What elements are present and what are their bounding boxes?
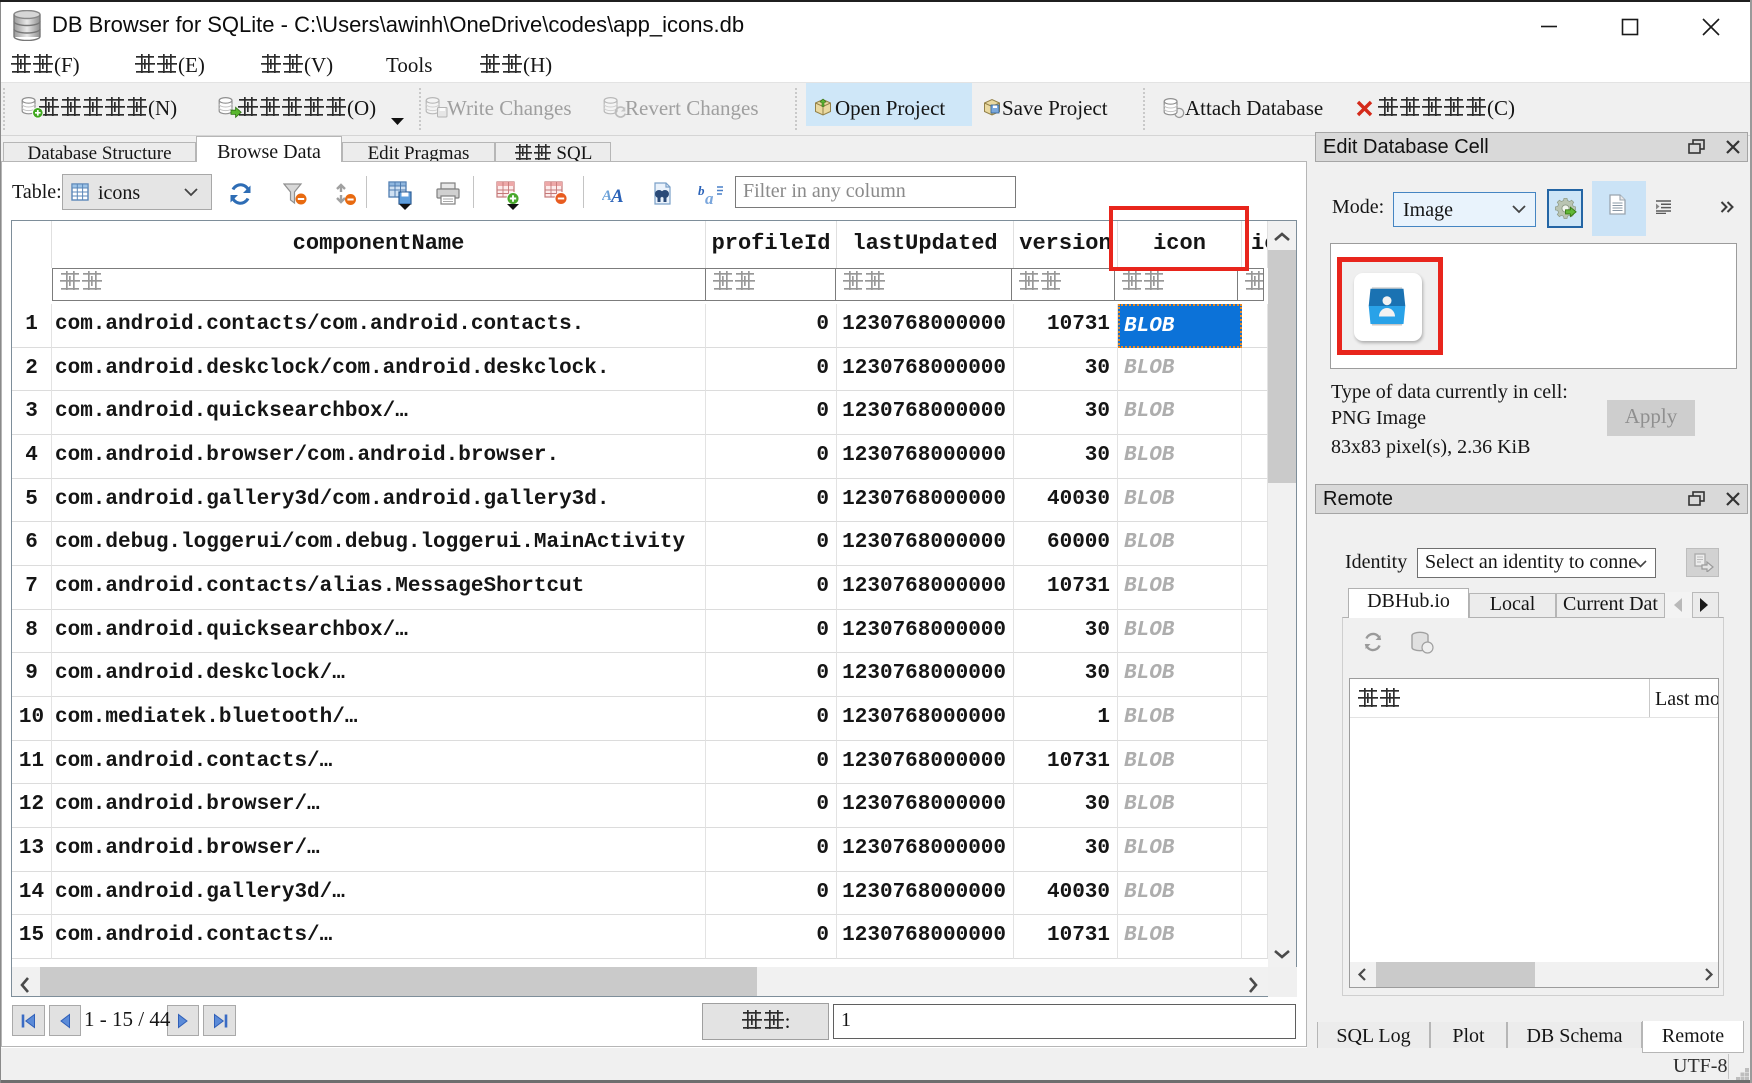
svg-text:b: b [698, 183, 705, 198]
svg-text:A: A [610, 186, 624, 205]
svg-text:a: a [705, 189, 714, 205]
